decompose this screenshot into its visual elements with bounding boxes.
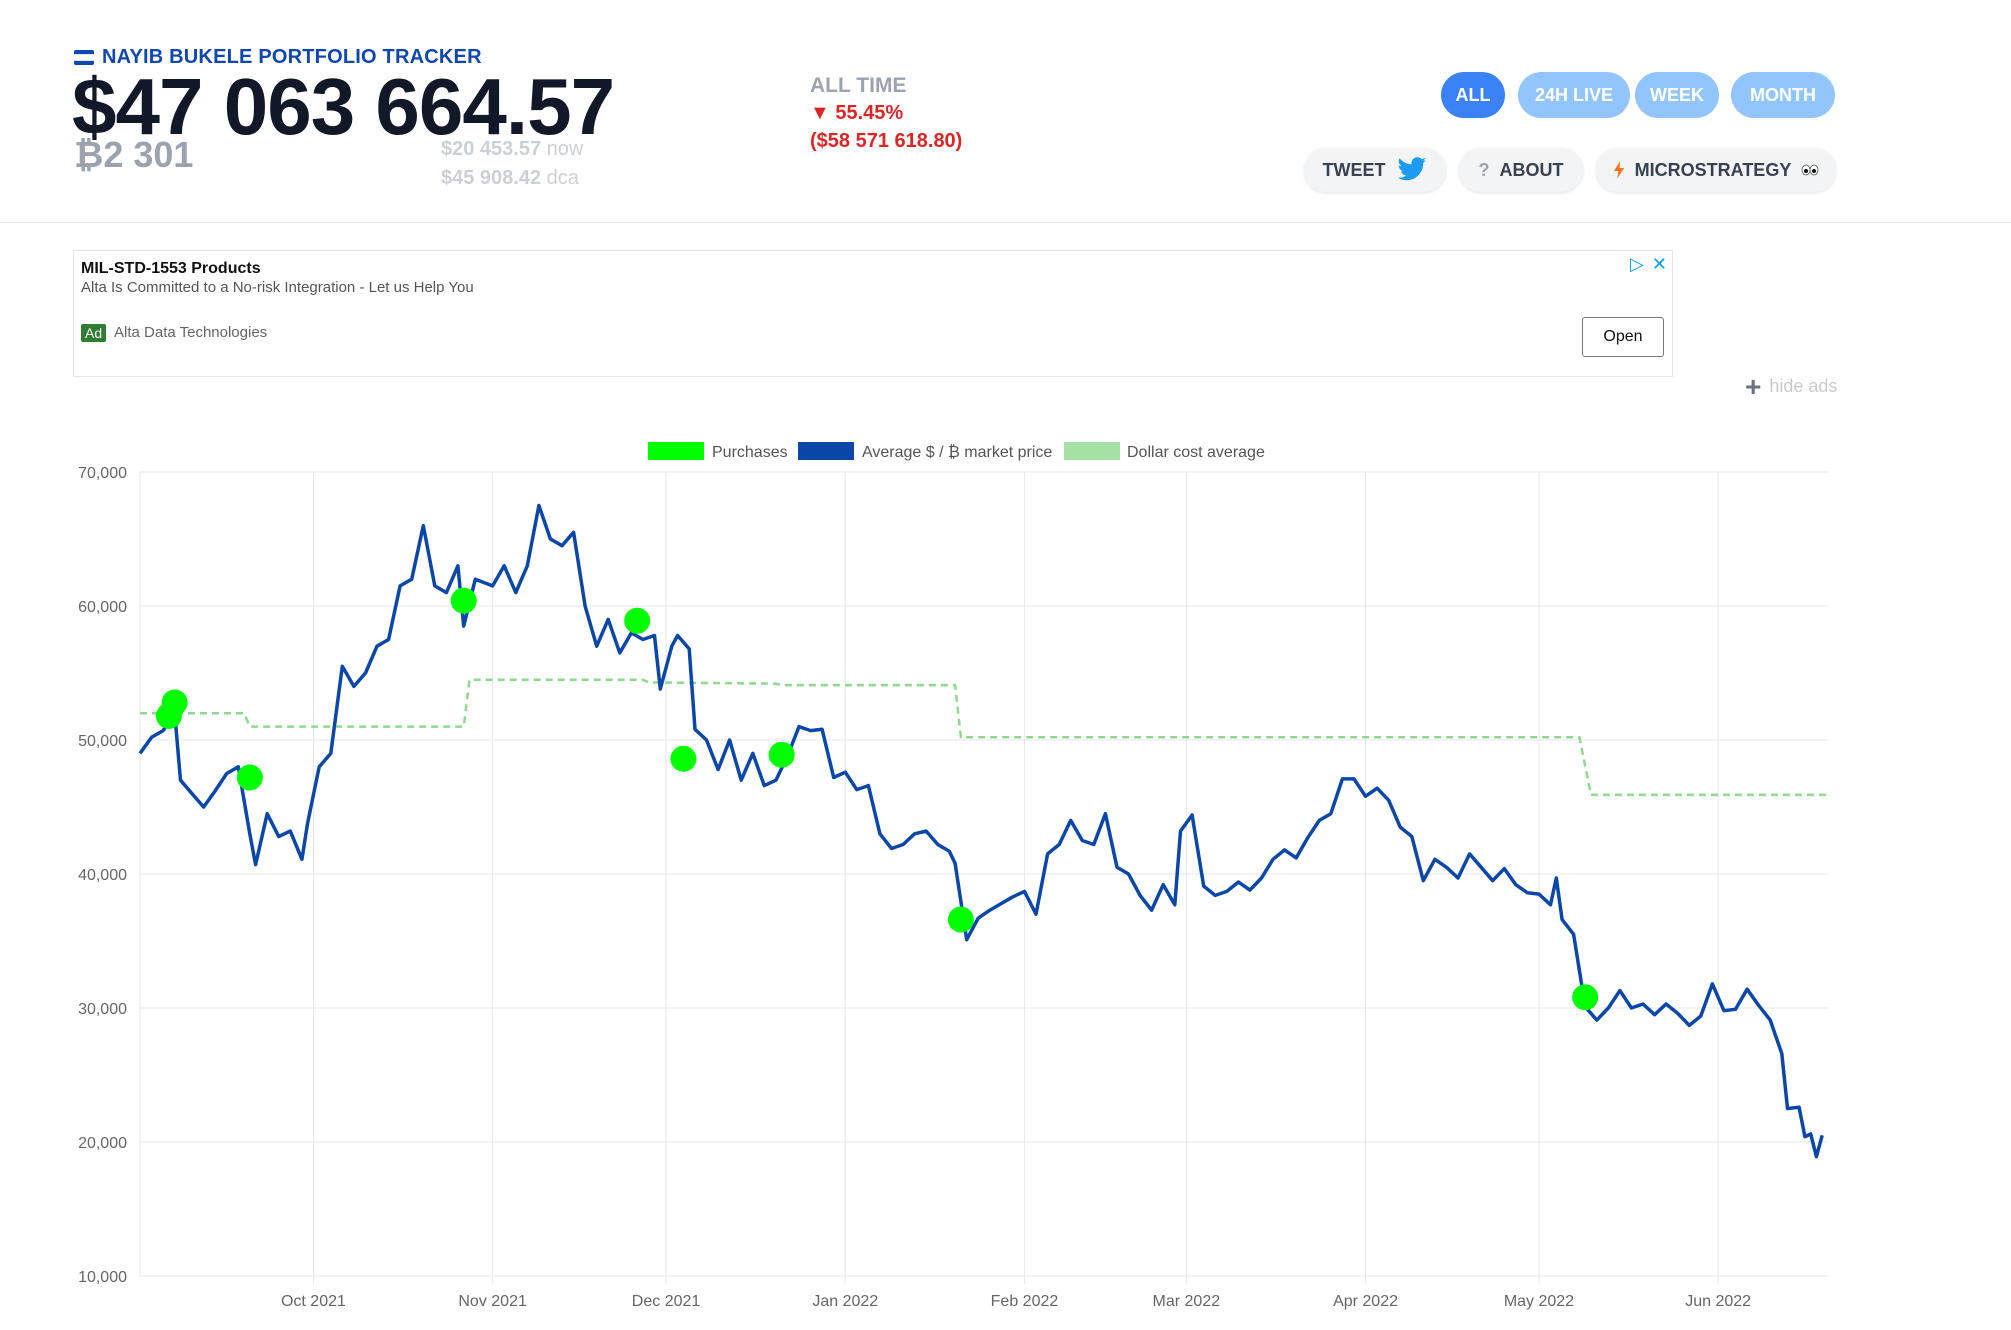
x-tick-label: Dec 2021 bbox=[632, 1293, 701, 1310]
tab-24h-live[interactable]: 24H LIVE bbox=[1518, 72, 1630, 118]
legend-label[interactable]: Dollar cost average bbox=[1127, 444, 1265, 461]
ad-description: Alta Is Committed to a No-risk Integrati… bbox=[81, 279, 474, 296]
purchase-point[interactable] bbox=[670, 746, 696, 772]
legend-swatch-purchases bbox=[648, 442, 704, 460]
ad-open-button[interactable]: Open bbox=[1582, 317, 1664, 357]
dca-price-value: $45 908.42 bbox=[441, 167, 541, 189]
dca-price-suffix: dca bbox=[547, 167, 579, 189]
y-tick-label: 50,000 bbox=[78, 733, 127, 750]
tab-week[interactable]: WEEK bbox=[1635, 72, 1719, 118]
about-button[interactable]: ? ABOUT bbox=[1459, 148, 1583, 192]
purchase-point[interactable] bbox=[1572, 984, 1598, 1010]
adchoices-play-icon[interactable]: ▷ bbox=[1630, 254, 1644, 275]
y-tick-label: 60,000 bbox=[78, 599, 127, 616]
alltime-amount-change: ($58 571 618.80) bbox=[810, 130, 962, 153]
current-price-suffix: now bbox=[547, 138, 584, 160]
current-price-value: $20 453.57 bbox=[441, 138, 541, 160]
x-tick-label: Nov 2021 bbox=[458, 1293, 527, 1310]
lightning-icon bbox=[1613, 161, 1625, 179]
purchase-point[interactable] bbox=[237, 765, 263, 791]
x-tick-label: Apr 2022 bbox=[1333, 1293, 1398, 1310]
ad-company: Alta Data Technologies bbox=[114, 324, 267, 341]
y-tick-label: 40,000 bbox=[78, 867, 127, 884]
legend-label[interactable]: Average $ / ₿ market price bbox=[862, 443, 1052, 461]
ad-badge: Ad bbox=[81, 324, 106, 342]
price-line bbox=[140, 506, 1822, 1157]
y-tick-label: 20,000 bbox=[78, 1135, 127, 1152]
y-tick-label: 70,000 bbox=[78, 465, 127, 482]
y-tick-label: 30,000 bbox=[78, 1001, 127, 1018]
tweet-label: TWEET bbox=[1323, 160, 1386, 181]
ad-title[interactable]: MIL-STD-1553 Products bbox=[81, 260, 261, 278]
price-chart: 10,000 20,000 30,000 40,000 50,000 60,000 70,0… bbox=[0, 430, 2011, 1330]
x-tick-label: Feb 2022 bbox=[991, 1293, 1059, 1310]
alltime-percent-change: ▼ 55.45% bbox=[810, 102, 903, 125]
x-tick-label: Mar 2022 bbox=[1153, 1293, 1221, 1310]
x-tick-label: Jan 2022 bbox=[812, 1293, 878, 1310]
dca-line bbox=[140, 680, 1828, 795]
purchase-point[interactable] bbox=[451, 588, 477, 614]
legend-swatch-dca bbox=[1064, 442, 1120, 460]
ad-choices: ▷ ✕ bbox=[1630, 254, 1667, 275]
legend-label[interactable]: Purchases bbox=[712, 444, 788, 461]
close-icon[interactable]: ✕ bbox=[1652, 254, 1667, 275]
legend-swatch-price bbox=[798, 442, 854, 460]
current-price: $20 453.57 now bbox=[441, 138, 583, 161]
x-tick-label: Jun 2022 bbox=[1685, 1293, 1751, 1310]
tweet-button[interactable]: TWEET bbox=[1304, 148, 1446, 192]
question-icon: ? bbox=[1479, 160, 1490, 181]
alltime-label: ALL TIME bbox=[810, 74, 906, 98]
dca-price: $45 908.42 dca bbox=[441, 167, 579, 190]
twitter-icon bbox=[1396, 157, 1428, 183]
hide-ads-label: hide ads bbox=[1769, 376, 1837, 397]
ad-banner[interactable]: MIL-STD-1553 Products Alta Is Committed … bbox=[73, 250, 1673, 377]
plus-icon: + bbox=[1745, 377, 1761, 397]
purchase-point[interactable] bbox=[769, 742, 795, 768]
purchase-point[interactable] bbox=[162, 689, 188, 715]
tab-all[interactable]: ALL bbox=[1441, 72, 1505, 118]
y-tick-label: 10,000 bbox=[78, 1269, 127, 1286]
purchase-point[interactable] bbox=[624, 608, 650, 634]
hide-ads-toggle[interactable]: + hide ads bbox=[1745, 376, 1837, 397]
tab-month[interactable]: MONTH bbox=[1731, 72, 1835, 118]
x-tick-label: Oct 2021 bbox=[281, 1293, 346, 1310]
btc-holdings: ₿2 301 bbox=[74, 134, 193, 176]
microstrategy-label: MICROSTRATEGY bbox=[1635, 160, 1792, 181]
x-tick-label: May 2022 bbox=[1504, 1293, 1574, 1310]
about-label: ABOUT bbox=[1500, 160, 1564, 181]
eyes-icon bbox=[1801, 164, 1819, 176]
microstrategy-button[interactable]: MICROSTRATEGY bbox=[1596, 148, 1836, 192]
header-bar: NAYIB BUKELE PORTFOLIO TRACKER $47 063 6… bbox=[0, 0, 2011, 223]
purchase-point[interactable] bbox=[948, 907, 974, 933]
